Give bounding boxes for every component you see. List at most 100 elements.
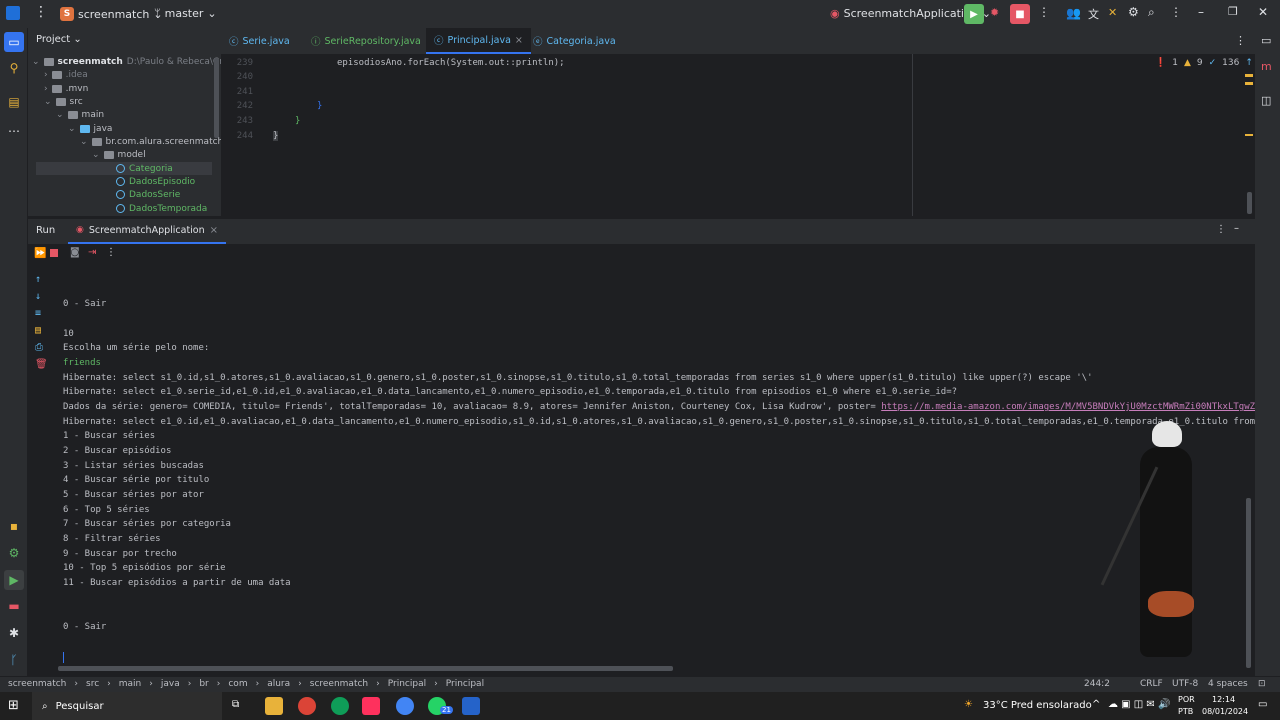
git-icon[interactable]: ᚴ <box>4 650 24 670</box>
code-editor[interactable]: ❗1 ▲9 ✓136 ↑ ↓ 239 episodiosAno.forEach(… <box>221 54 1266 216</box>
project-scrollbar[interactable] <box>214 58 219 138</box>
tray-chevron-icon[interactable]: ^ <box>1092 699 1100 710</box>
tab-principal[interactable]: ⓒ Principal.java × <box>426 28 531 54</box>
breadcrumb-item[interactable]: java <box>161 679 180 689</box>
code-with-me-icon[interactable]: 👥 <box>1066 6 1081 20</box>
input-lang-1[interactable]: POR <box>1178 695 1195 704</box>
editor-scrollbar[interactable] <box>1247 192 1252 214</box>
maximize-icon[interactable]: ❐ <box>1228 5 1238 18</box>
poster-link[interactable]: https://m.media-amazon.com/images/M/MV5B… <box>881 402 1255 412</box>
stop-icon[interactable] <box>50 249 58 257</box>
services-icon[interactable]: ▪ <box>4 516 24 536</box>
taskbar-search[interactable]: ⌕ Pesquisar <box>32 692 222 720</box>
cursor-position[interactable]: 244:2 <box>1084 679 1110 689</box>
tree-item[interactable]: › .idea <box>44 68 88 81</box>
tree-item[interactable]: ⌄ java <box>68 122 112 135</box>
search-icon[interactable]: ⌕ <box>1148 5 1155 20</box>
scroll-to-end-icon[interactable]: ▤ <box>35 325 41 336</box>
rerun-button[interactable]: ▶ <box>964 4 984 24</box>
hide-panel-icon[interactable]: – <box>1234 223 1239 234</box>
breadcrumb-item[interactable]: src <box>86 679 99 689</box>
translate-icon[interactable]: 文 <box>1088 6 1099 22</box>
close-tab-icon[interactable]: × <box>210 225 218 242</box>
windows-start-icon[interactable]: ⊞ <box>8 698 19 713</box>
breadcrumb-item[interactable]: Principal <box>388 679 426 689</box>
run-tool-icon[interactable]: ▶ <box>4 570 24 590</box>
lock-icon[interactable]: ⊡ <box>1258 679 1266 689</box>
branch-selector[interactable]: ᛘ master ⌄ <box>154 7 217 20</box>
input-lang-2[interactable]: PTB <box>1178 707 1193 716</box>
tabs-more-icon[interactable]: ⋮ <box>1235 34 1246 47</box>
stop-button[interactable]: ■ <box>1010 4 1030 24</box>
tree-item[interactable]: ⌄ src <box>44 95 83 108</box>
tree-item[interactable]: DadosEpisodio <box>116 175 195 188</box>
build-tools-icon[interactable]: ✕ <box>1108 6 1117 19</box>
tree-item[interactable]: ⌄screenmatchD:\Paulo & Rebeca\Cruso <box>32 55 221 68</box>
console-output[interactable]: ↑ ↓ ≡ ▤ ⎙ 🗑 0 - Sair 10 Escolha um série… <box>28 266 1255 676</box>
minimize-icon[interactable]: – <box>1198 5 1204 19</box>
breadcrumb-item[interactable]: screenmatch <box>8 679 66 689</box>
exit-icon[interactable]: ⇥ <box>88 247 96 258</box>
tree-item[interactable]: › .mvn <box>44 82 88 95</box>
scroll-up-icon[interactable]: ↑ <box>35 274 41 285</box>
database-icon[interactable]: ◫ <box>1261 94 1271 107</box>
breadcrumb-item[interactable]: com <box>228 679 247 689</box>
close-tab-icon[interactable]: × <box>515 35 523 46</box>
project-selector[interactable]: S screenmatch ⌄ <box>60 7 163 21</box>
warning-marker[interactable] <box>1245 74 1253 77</box>
breadcrumb-item[interactable]: main <box>119 679 142 689</box>
breadcrumb-item[interactable]: br <box>199 679 208 689</box>
intellij-logo-icon[interactable] <box>6 6 20 20</box>
problems-icon[interactable]: ✱ <box>4 623 24 643</box>
ide-menu-icon[interactable]: ⋮ <box>1170 5 1182 19</box>
camera-icon[interactable]: ◙ <box>70 247 80 258</box>
tree-item[interactable]: ⌄ model <box>92 148 146 161</box>
app-icon[interactable] <box>462 697 480 715</box>
clock-date[interactable]: 08/01/2024 <box>1202 707 1248 716</box>
settings-gear-icon[interactable]: ⚙ <box>1128 5 1139 19</box>
tab-screenmatch-application[interactable]: ◉ ScreenmatchApplication × <box>68 219 227 244</box>
console-h-scrollbar[interactable] <box>58 666 673 671</box>
tab-categoria[interactable]: ⓔ Categoria.java <box>533 28 616 54</box>
breadcrumb-item[interactable]: Principal <box>446 679 484 689</box>
more-tools-icon[interactable]: … <box>4 118 24 138</box>
soft-wrap-icon[interactable]: ≡ <box>35 308 41 319</box>
tree-item[interactable]: DadosSerie <box>116 188 180 201</box>
commit-icon[interactable]: ⚲ <box>4 58 24 78</box>
arrow-up-icon[interactable]: ↑ <box>1245 58 1253 68</box>
close-icon[interactable]: ✕ <box>1258 5 1268 19</box>
scroll-down-icon[interactable]: ↓ <box>35 291 41 302</box>
line-separator[interactable]: CRLF <box>1140 679 1163 689</box>
print-icon[interactable]: ⎙ <box>35 342 43 353</box>
file-explorer-icon[interactable] <box>265 697 283 715</box>
indent-setting[interactable]: 4 spaces <box>1208 679 1248 689</box>
project-panel-title[interactable]: Project ⌄ <box>36 34 82 45</box>
project-view-icon[interactable]: ▭ <box>4 32 24 52</box>
breadcrumb-item[interactable]: alura <box>267 679 290 689</box>
breadcrumb-item[interactable]: screenmatch <box>310 679 368 689</box>
rerun-icon[interactable]: ⏩ <box>34 248 46 259</box>
task-view-icon[interactable]: ⧉ <box>232 699 239 710</box>
tab-serie[interactable]: ⓒ Serie.java <box>229 28 290 54</box>
tray-icons[interactable]: ☁ ▣ ◫ ✉ 🔊 <box>1108 699 1170 710</box>
debug-icon[interactable]: ✹ <box>990 6 999 19</box>
main-menu-icon[interactable]: ⋮ <box>34 4 48 20</box>
chrome-profile-icon[interactable] <box>331 697 349 715</box>
terminal-icon[interactable]: ▬ <box>4 596 24 616</box>
tab-serie-repository[interactable]: ⓘ SerieRepository.java <box>311 28 421 54</box>
clock-time[interactable]: 12:14 <box>1212 695 1235 704</box>
more-icon[interactable]: ⋮ <box>106 247 116 258</box>
tree-item[interactable]: DadosTemporada <box>116 202 207 215</box>
console-scrollbar[interactable] <box>1246 498 1251 668</box>
file-encoding[interactable]: UTF-8 <box>1172 679 1198 689</box>
warning-marker[interactable] <box>1245 134 1253 136</box>
weather-text[interactable]: 33°C Pred ensolarado <box>983 700 1092 711</box>
chrome-icon[interactable] <box>298 697 316 715</box>
intellij-taskbar-icon[interactable] <box>362 697 380 715</box>
maven-icon[interactable]: m <box>1261 60 1272 73</box>
settings-icon[interactable]: ⚙ <box>4 543 24 563</box>
clear-icon[interactable]: 🗑 <box>35 359 48 370</box>
tree-item-selected[interactable]: Categoria <box>36 162 212 175</box>
structure-icon[interactable]: ▤ <box>4 92 24 112</box>
more-actions-icon[interactable]: ⋮ <box>1038 5 1050 19</box>
